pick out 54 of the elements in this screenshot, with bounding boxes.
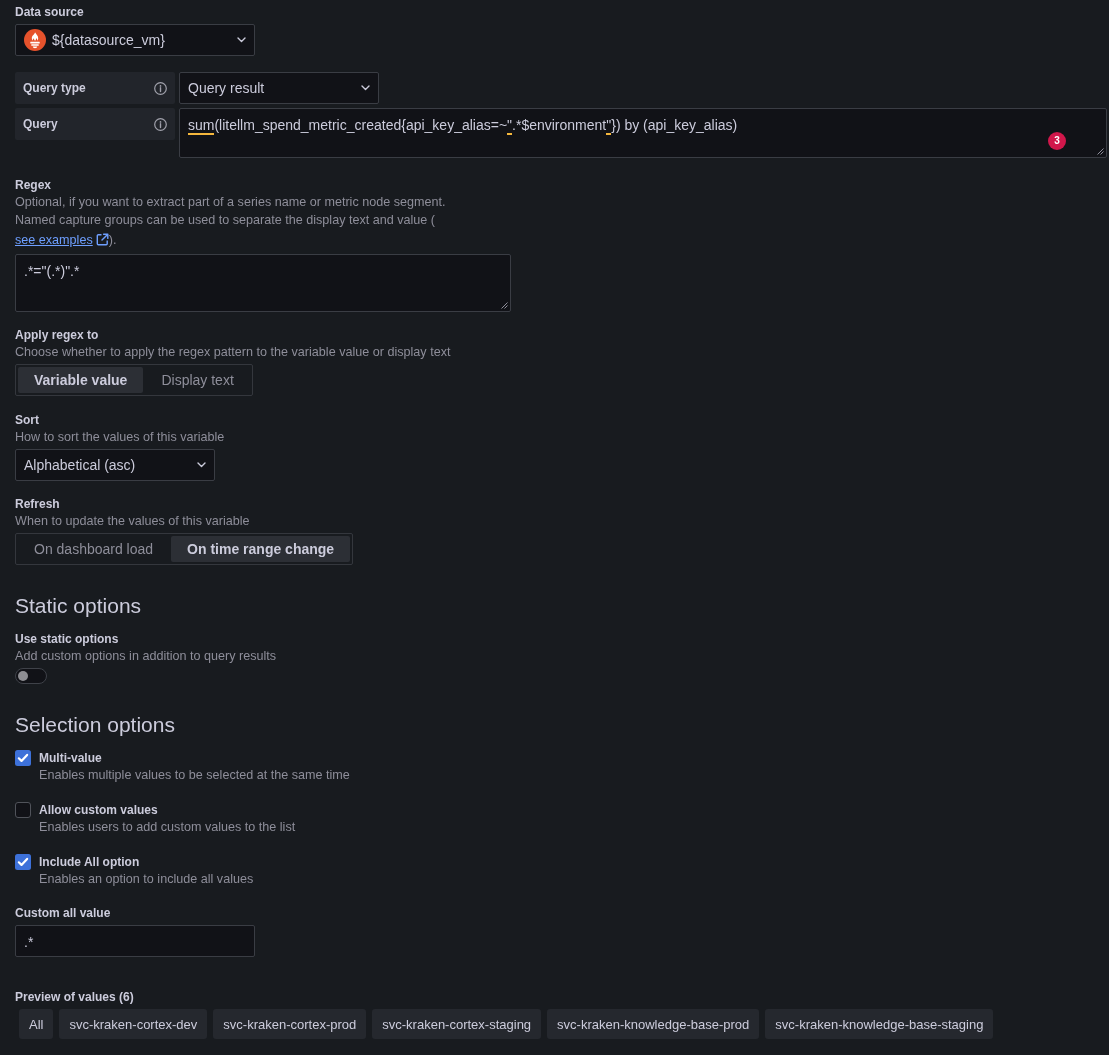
- checkbox[interactable]: [15, 854, 31, 870]
- field-description: Optional, if you want to extract part of a series name or metric node segment. Named capture groups can be used to separate the display text and value ( see examples ).: [15, 193, 495, 251]
- regex-input[interactable]: .*="(.*)".*: [15, 254, 511, 312]
- radio-option[interactable]: On time range change: [171, 536, 351, 562]
- field-label: Apply regex to: [15, 327, 99, 343]
- field-label: Regex: [15, 177, 52, 193]
- field-label: Refresh: [15, 496, 60, 512]
- radio-option[interactable]: Display text: [145, 367, 250, 393]
- toggle-switch[interactable]: [15, 668, 47, 684]
- value-tag: svc-kraken-knowledge-base-prod: [547, 1009, 760, 1039]
- checkbox-description: Enables multiple values to be selected at the same time: [39, 767, 350, 784]
- checkbox-description: Enables users to add custom values to the list: [39, 819, 296, 836]
- checkbox[interactable]: [15, 802, 31, 818]
- checkbox-label: Multi-value: [39, 750, 102, 766]
- query-input[interactable]: sum(litellm_spend_metric_created{api_key_alias=~".*$environment"}) by (api_key_alias) 3: [179, 108, 1107, 158]
- query-type-select[interactable]: Query result: [179, 72, 379, 104]
- field-label: Custom all value: [15, 905, 111, 921]
- radio-option[interactable]: On dashboard load: [18, 536, 170, 562]
- value-tag: svc-kraken-cortex-staging: [372, 1009, 542, 1039]
- checkbox-description: Enables an option to include all values: [39, 871, 254, 888]
- chevron-down-icon: [237, 37, 246, 43]
- custom-all-value-input[interactable]: .*: [15, 925, 255, 957]
- value-tag: svc-kraken-knowledge-base-staging: [765, 1009, 994, 1039]
- problem-count-badge[interactable]: 3: [1048, 132, 1066, 150]
- chevron-down-icon: [361, 85, 370, 91]
- info-icon[interactable]: [154, 81, 167, 95]
- see-examples-link[interactable]: see examples: [15, 229, 109, 251]
- value-tag: svc-kraken-cortex-dev: [59, 1009, 208, 1039]
- field-label: Use static options: [15, 631, 119, 647]
- chevron-down-icon: [197, 462, 206, 468]
- field-label: Query: [23, 116, 58, 132]
- checkbox[interactable]: [15, 750, 31, 766]
- field-description: How to sort the values of this variable: [15, 429, 225, 446]
- sort-select[interactable]: Alphabetical (asc): [15, 449, 215, 481]
- checkbox-label: Include All option: [39, 854, 140, 870]
- data-source-select[interactable]: ${datasource_vm}: [15, 24, 255, 56]
- field-label: Preview of values (6): [15, 989, 134, 1005]
- field-description: Add custom options in addition to query results: [15, 648, 277, 665]
- flame-logo-icon: [24, 29, 46, 51]
- field-description: When to update the values of this variable: [15, 513, 250, 530]
- field-description: Choose whether to apply the regex pattern to the variable value or display text: [15, 344, 451, 361]
- resize-handle-icon[interactable]: [1097, 148, 1104, 155]
- value-tag: svc-kraken-cortex-prod: [213, 1009, 367, 1039]
- checkbox-label: Allow custom values: [39, 802, 158, 818]
- info-icon[interactable]: [154, 117, 167, 131]
- value-tag: All: [19, 1009, 54, 1039]
- resize-handle-icon[interactable]: [501, 302, 508, 309]
- field-label: Data source: [15, 4, 84, 20]
- section-heading: Selection options: [15, 712, 175, 738]
- field-label: Query type: [23, 80, 86, 96]
- section-heading: Static options: [15, 593, 142, 619]
- external-link-icon: [95, 233, 109, 246]
- radio-option[interactable]: Variable value: [18, 367, 144, 393]
- field-label: Sort: [15, 412, 39, 428]
